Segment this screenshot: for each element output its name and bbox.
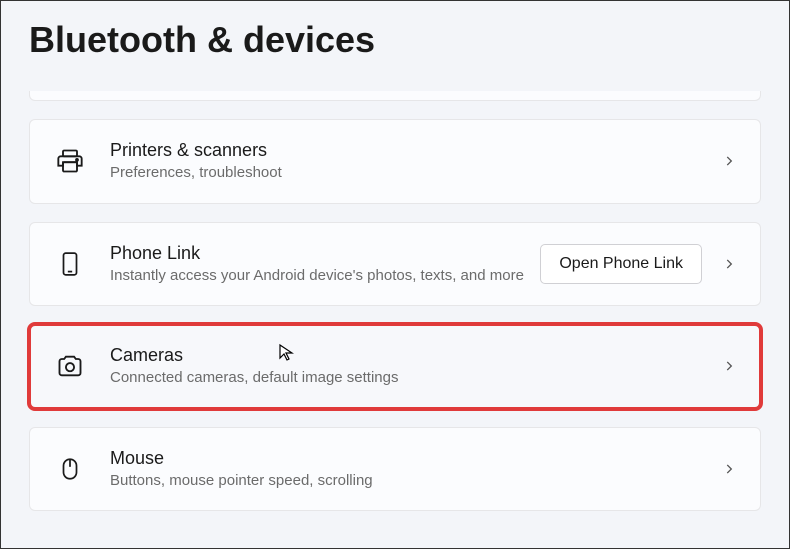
row-cameras[interactable]: Cameras Connected cameras, default image… xyxy=(29,324,761,409)
phone-icon xyxy=(54,248,86,280)
row-subtitle: Connected cameras, default image setting… xyxy=(110,368,722,388)
chevron-right-icon xyxy=(722,257,736,271)
row-mouse[interactable]: Mouse Buttons, mouse pointer speed, scro… xyxy=(29,427,761,512)
mouse-icon xyxy=(54,453,86,485)
row-title: Mouse xyxy=(110,448,722,469)
camera-icon xyxy=(54,350,86,382)
chevron-right-icon xyxy=(722,154,736,168)
chevron-right-icon xyxy=(722,462,736,476)
row-printers-scanners[interactable]: Printers & scanners Preferences, trouble… xyxy=(29,119,761,204)
row-phone-link[interactable]: Phone Link Instantly access your Android… xyxy=(29,222,761,307)
open-phone-link-button[interactable]: Open Phone Link xyxy=(540,244,702,284)
page-title: Bluetooth & devices xyxy=(29,19,761,61)
printer-icon xyxy=(54,145,86,177)
row-subtitle: Instantly access your Android device's p… xyxy=(110,266,540,286)
chevron-right-icon xyxy=(722,359,736,373)
row-subtitle: Preferences, troubleshoot xyxy=(110,163,722,183)
row-subtitle: Buttons, mouse pointer speed, scrolling xyxy=(110,471,722,491)
row-title: Printers & scanners xyxy=(110,140,722,161)
row-title: Phone Link xyxy=(110,243,540,264)
row-title: Cameras xyxy=(110,345,722,366)
truncated-row xyxy=(29,91,761,101)
